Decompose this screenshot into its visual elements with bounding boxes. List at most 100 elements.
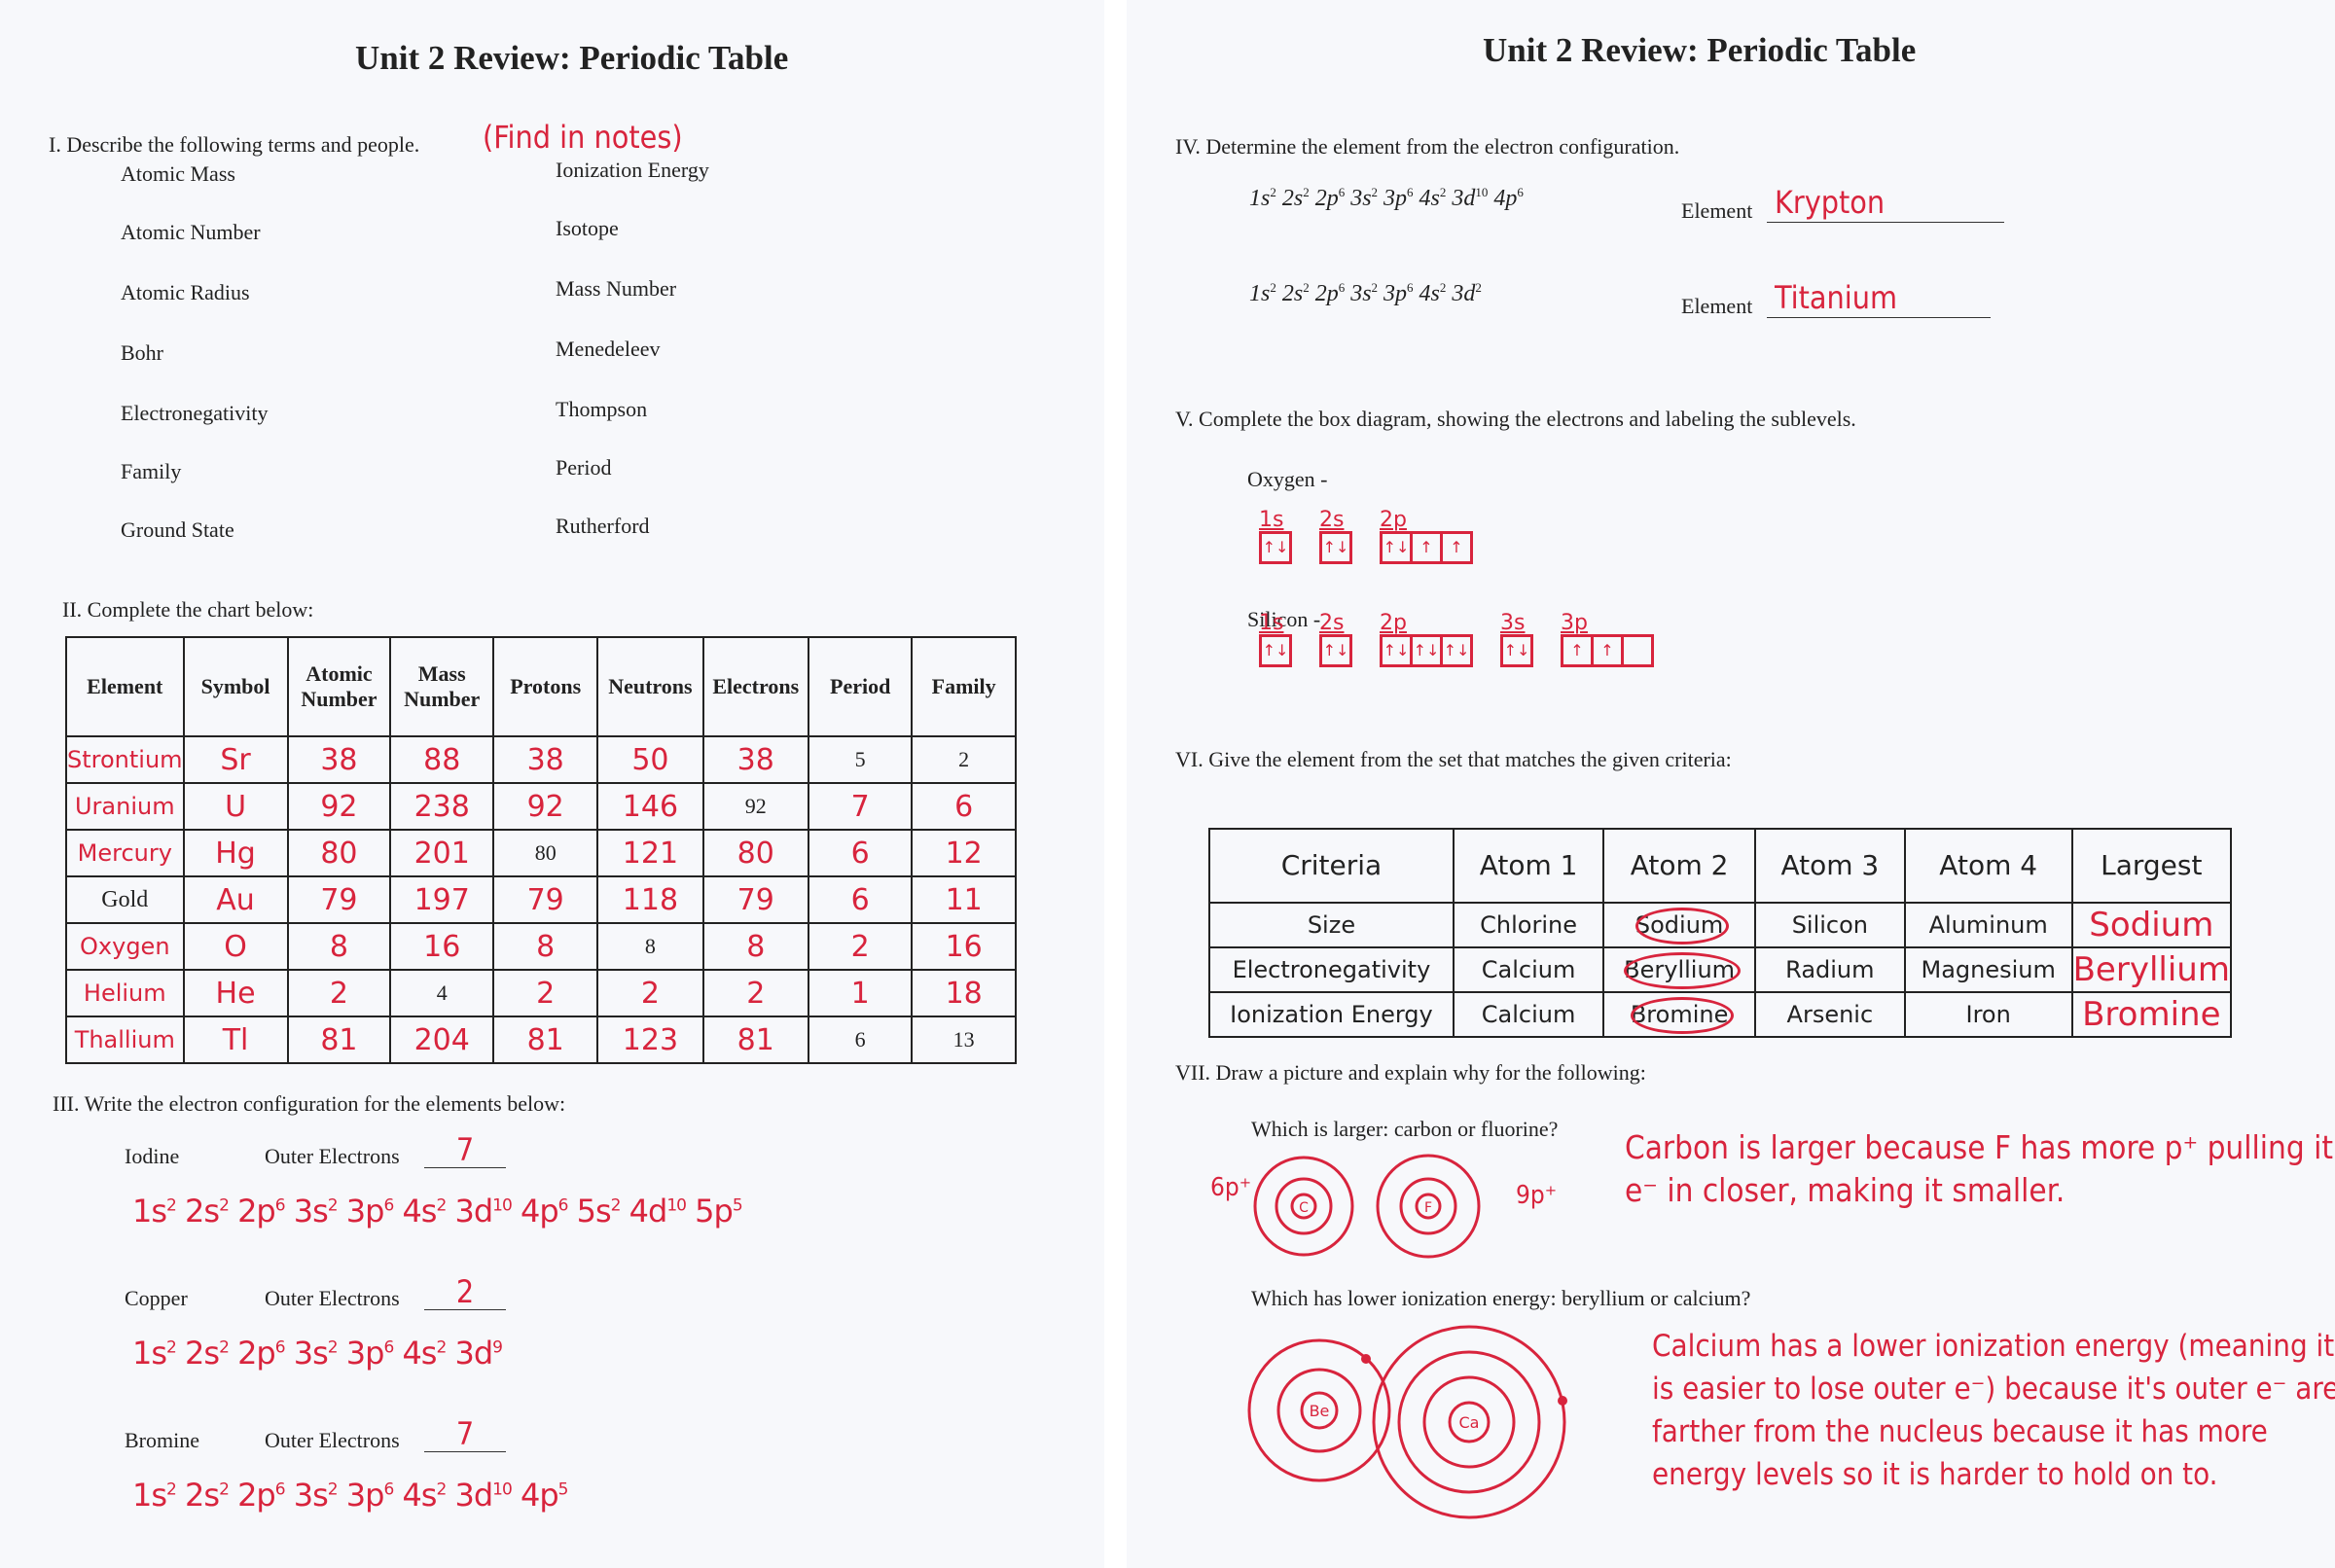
orbital-box[interactable]: ↑↓: [1322, 534, 1349, 561]
atom-cell[interactable]: Radium: [1753, 946, 1906, 993]
orbital-box[interactable]: [1624, 637, 1651, 664]
atom-cell[interactable]: Iron: [1903, 991, 2073, 1038]
electron-config-answer[interactable]: 1s2 2s2 2p6 3s2 3p6 4s2 3d10 4p5: [132, 1477, 568, 1514]
element-answer[interactable]: Krypton: [1767, 183, 2004, 223]
orbital-box[interactable]: ↑↓: [1322, 637, 1349, 664]
atom-cell[interactable]: Bromine: [1602, 991, 1756, 1038]
table-cell[interactable]: 79: [492, 875, 599, 924]
orbital-box[interactable]: ↑: [1594, 637, 1624, 664]
table-cell: 80: [492, 829, 599, 877]
table-cell[interactable]: Hg: [182, 829, 289, 877]
table-cell: 2: [911, 735, 1017, 784]
table-cell[interactable]: Uranium: [65, 782, 185, 831]
orbital-box[interactable]: ↑↓: [1262, 637, 1289, 664]
config-term: 2p: [237, 1335, 276, 1372]
orbital-box[interactable]: ↑: [1413, 534, 1443, 561]
electron-config-answer[interactable]: 1s2 2s2 2p6 3s2 3p6 4s2 3d10 4p6 5s2 4d1…: [132, 1193, 743, 1229]
table-cell[interactable]: 201: [389, 829, 495, 877]
table-cell[interactable]: 6: [807, 829, 914, 877]
table-cell[interactable]: 238: [389, 782, 495, 831]
outer-electrons-answer[interactable]: 2: [424, 1274, 506, 1310]
table-cell[interactable]: 79: [701, 875, 810, 924]
largest-answer[interactable]: Bromine: [2070, 991, 2233, 1038]
largest-answer[interactable]: Sodium: [2070, 902, 2233, 948]
orbital-box[interactable]: ↑↓: [1443, 637, 1470, 664]
electron-config-answer[interactable]: 1s2 2s2 2p6 3s2 3p6 4s2 3d9: [132, 1335, 503, 1372]
table-cell[interactable]: 8: [701, 922, 810, 971]
table-cell[interactable]: 6: [911, 782, 1017, 831]
table-cell[interactable]: 92: [286, 782, 392, 831]
orbital-box[interactable]: ↑↓: [1383, 534, 1413, 561]
table-cell[interactable]: Mercury: [65, 829, 185, 877]
table-cell[interactable]: 38: [492, 735, 599, 784]
atom-cell[interactable]: Silicon: [1753, 902, 1906, 948]
table-cell[interactable]: 38: [286, 735, 392, 784]
orbital-box[interactable]: ↑: [1443, 534, 1470, 561]
atom-cell[interactable]: Sodium: [1602, 902, 1756, 948]
table-cell[interactable]: 146: [596, 782, 704, 831]
orbital-box[interactable]: ↑↓: [1383, 637, 1413, 664]
table-cell[interactable]: 8: [492, 922, 599, 971]
atom-cell[interactable]: Arsenic: [1753, 991, 1906, 1038]
table-cell[interactable]: U: [182, 782, 289, 831]
table-cell[interactable]: 81: [492, 1016, 599, 1064]
table-cell[interactable]: 8: [286, 922, 392, 971]
table-cell[interactable]: 6: [807, 875, 914, 924]
table-cell[interactable]: Strontium: [65, 735, 185, 784]
table-cell[interactable]: 18: [911, 969, 1017, 1017]
orbital-box[interactable]: ↑: [1563, 637, 1594, 664]
table-cell[interactable]: Helium: [65, 969, 185, 1017]
table-cell[interactable]: He: [182, 969, 289, 1017]
table-cell[interactable]: 38: [701, 735, 810, 784]
atom-cell[interactable]: Magnesium: [1903, 946, 2073, 993]
table-cell[interactable]: 2: [492, 969, 599, 1017]
table-cell[interactable]: O: [182, 922, 289, 971]
table-cell[interactable]: 80: [701, 829, 810, 877]
table-cell[interactable]: 79: [286, 875, 392, 924]
atom-cell[interactable]: Beryllium: [1602, 946, 1756, 993]
table-cell[interactable]: 80: [286, 829, 392, 877]
table-cell[interactable]: 16: [389, 922, 495, 971]
orbital-box[interactable]: ↑↓: [1413, 637, 1443, 664]
table-cell[interactable]: 50: [596, 735, 704, 784]
table-cell[interactable]: Tl: [182, 1016, 289, 1064]
largest-answer[interactable]: Beryllium: [2070, 946, 2233, 993]
table-cell[interactable]: 7: [807, 782, 914, 831]
orbital-box[interactable]: ↑↓: [1262, 534, 1289, 561]
table-cell[interactable]: 121: [596, 829, 704, 877]
config-exponent: 2: [436, 1337, 447, 1358]
orbital-box[interactable]: ↑↓: [1503, 637, 1530, 664]
table-cell[interactable]: 2: [286, 969, 392, 1017]
table-cell[interactable]: 92: [492, 782, 599, 831]
table-cell[interactable]: 118: [596, 875, 704, 924]
section-4-heading: IV. Determine the element from the elect…: [1175, 134, 1680, 159]
table-cell[interactable]: Au: [182, 875, 289, 924]
table-cell[interactable]: 81: [701, 1016, 810, 1064]
atom-cell[interactable]: Chlorine: [1452, 902, 1605, 948]
table-cell[interactable]: Thallium: [65, 1016, 185, 1064]
table-cell[interactable]: 2: [701, 969, 810, 1017]
table-cell[interactable]: Sr: [182, 735, 289, 784]
element-answer[interactable]: Titanium: [1767, 278, 1991, 318]
table-cell[interactable]: 197: [389, 875, 495, 924]
outer-electrons-answer[interactable]: 7: [424, 1416, 506, 1452]
atom-cell[interactable]: Aluminum: [1903, 902, 2073, 948]
orbital-box-diagram[interactable]: 1s ↑↓ 2s ↑↓ 2p ↑↓ ↑↓ ↑↓ 3s ↑↓ 3p ↑ ↑: [1259, 613, 1654, 667]
table-cell[interactable]: 88: [389, 735, 495, 784]
table-cell[interactable]: 12: [911, 829, 1017, 877]
table-cell[interactable]: 81: [286, 1016, 392, 1064]
config-term: 3d: [454, 1335, 493, 1372]
atom-cell[interactable]: Calcium: [1452, 991, 1605, 1038]
table-cell[interactable]: 16: [911, 922, 1017, 971]
orbital-box-diagram[interactable]: 1s ↑↓ 2s ↑↓ 2p ↑↓ ↑ ↑: [1259, 510, 1473, 564]
table-cell[interactable]: 123: [596, 1016, 704, 1064]
table-cell[interactable]: 204: [389, 1016, 495, 1064]
table-cell[interactable]: Oxygen: [65, 922, 185, 971]
table-cell[interactable]: 2: [807, 922, 914, 971]
atom-cell[interactable]: Calcium: [1452, 946, 1605, 993]
outer-electrons-answer[interactable]: 7: [424, 1132, 506, 1168]
table-cell[interactable]: 2: [596, 969, 704, 1017]
table-cell[interactable]: 1: [807, 969, 914, 1017]
config-exponent: 2: [436, 1479, 447, 1500]
table-cell[interactable]: 11: [911, 875, 1017, 924]
